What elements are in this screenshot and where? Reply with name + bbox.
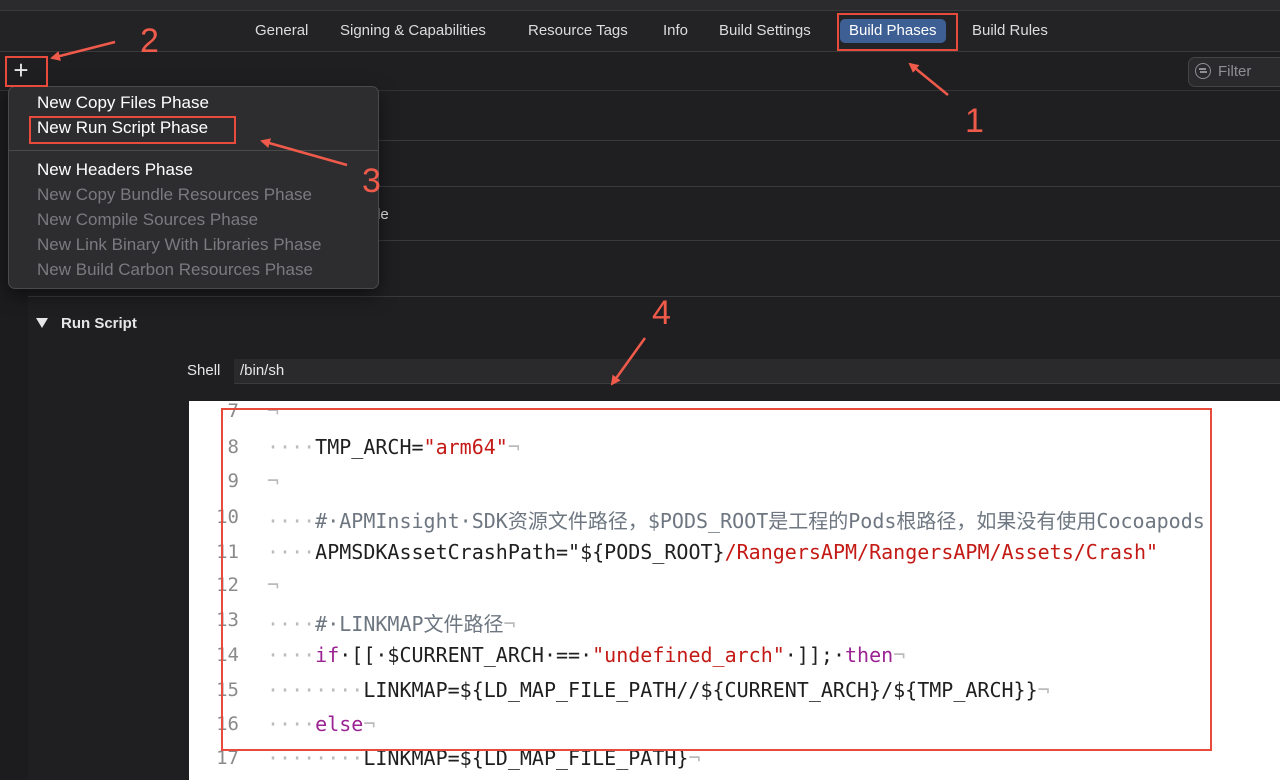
annotation-arrows — [50, 40, 949, 386]
arrow-4 — [610, 337, 647, 386]
arrow-2 — [50, 40, 116, 61]
arrow-3 — [260, 138, 348, 167]
arrow-1 — [908, 62, 949, 96]
